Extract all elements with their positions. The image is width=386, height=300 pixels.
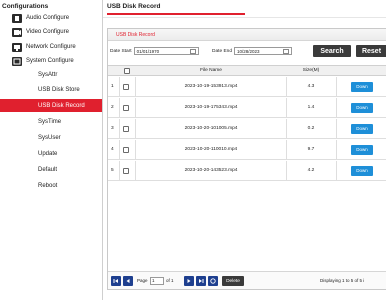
row-number: 3 — [111, 126, 114, 131]
system-icon — [12, 56, 22, 66]
sidebar-sub-sysattr[interactable]: SysAttr — [0, 68, 102, 81]
date-start-input[interactable]: 01/01/1970 — [133, 47, 199, 55]
sidebar-sub-default[interactable]: Default — [0, 163, 102, 176]
table-row[interactable]: 3 2023-10-20-101005.mp4 0.2 Down — [108, 119, 386, 139]
file-size: 4.2 — [307, 168, 315, 173]
pagination-bar: Page 1 of 1 Delete Displaying 1 to 5 of … — [108, 271, 386, 289]
table-row[interactable]: 1 2023-10-19-153913.mp4 4.3 Down — [108, 77, 386, 97]
column-size[interactable]: Size(M) — [286, 66, 336, 75]
page-number-input[interactable]: 1 — [150, 277, 164, 285]
delete-button[interactable]: Delete — [222, 276, 244, 286]
file-size: 9.7 — [307, 147, 315, 152]
sidebar-sub-label: USB Disk Store — [38, 86, 80, 93]
first-page-icon — [113, 279, 118, 283]
sidebar-sub-usb-disk-record[interactable]: USB Disk Record — [0, 99, 102, 112]
row-checkbox[interactable] — [123, 125, 129, 132]
file-name: 2023-10-20-110010.mp4 — [184, 147, 238, 152]
sidebar-title: Configurations — [2, 3, 49, 10]
first-page-button[interactable] — [111, 276, 121, 286]
next-page-button[interactable] — [184, 276, 194, 286]
calendar-icon[interactable] — [189, 49, 196, 54]
table-row[interactable]: 5 2023-10-20-143523.mp4 4.2 Down — [108, 161, 386, 181]
sidebar-sub-label: Reboot — [38, 182, 58, 189]
sidebar-sub-usb-disk-store[interactable]: USB Disk Store — [0, 83, 102, 96]
page-count-label: of 1 — [166, 278, 174, 283]
sidebar-item-network[interactable]: Network Configure — [4, 40, 101, 54]
record-panel: USB Disk Record Date Start 01/01/1970 Da… — [107, 28, 386, 290]
file-size: 1.4 — [307, 105, 315, 110]
sidebar-sub-systime[interactable]: SysTime — [0, 115, 102, 128]
sidebar-sub-label: SysTime — [38, 118, 62, 125]
sidebar-item-system[interactable]: System Configure — [4, 54, 101, 68]
tab-usb-disk-record[interactable]: USB Disk Record — [107, 3, 160, 10]
tab-divider — [103, 17, 386, 18]
date-start-label: Date Start — [110, 48, 132, 54]
page-label: Page — [137, 278, 148, 283]
sidebar-sub-sysuser[interactable]: SysUser — [0, 131, 102, 144]
file-name: 2023-10-20-101005.mp4 — [184, 126, 238, 131]
last-page-button[interactable] — [196, 276, 206, 286]
download-button[interactable]: Down — [351, 81, 373, 92]
sidebar-sub-label: SysUser — [38, 134, 61, 141]
row-number: 4 — [111, 147, 114, 152]
table-row[interactable]: 2 2023-10-19-175343.mp4 1.4 Down — [108, 98, 386, 118]
date-end-filter: Date End 10/28/2023 — [212, 44, 293, 58]
row-number: 1 — [111, 84, 114, 89]
date-end-label: Date End — [212, 48, 233, 54]
row-number: 2 — [111, 105, 114, 110]
table-row[interactable]: 4 2023-10-20-110010.mp4 9.7 Down — [108, 140, 386, 160]
date-end-input[interactable]: 10/28/2023 — [234, 47, 293, 55]
file-name: 2023-10-19-153913.mp4 — [184, 84, 238, 89]
last-page-icon — [199, 279, 204, 283]
panel-title: USB Disk Record — [116, 32, 155, 38]
calendar-icon[interactable] — [283, 49, 290, 54]
row-number: 5 — [111, 168, 114, 173]
file-size: 0.2 — [307, 126, 315, 131]
download-button[interactable]: Down — [351, 102, 373, 113]
sidebar-item-audio[interactable]: Audio Configure — [4, 11, 101, 25]
pagination-status: Displaying 1 to 5 of 5 i — [320, 278, 365, 283]
sidebar-item-label: Network Configure — [26, 44, 76, 50]
sidebar-item-label: System Configure — [26, 58, 74, 64]
date-end-value: 10/28/2023 — [237, 48, 260, 54]
row-checkbox[interactable] — [123, 104, 129, 111]
sidebar-sub-label: Update — [38, 150, 58, 157]
sidebar-sub-label: USB Disk Record — [38, 102, 85, 109]
tab-active-underline — [107, 13, 245, 15]
row-checkbox[interactable] — [123, 167, 129, 174]
row-checkbox[interactable] — [123, 146, 129, 153]
search-button[interactable]: Search — [313, 45, 351, 57]
download-button[interactable]: Down — [351, 123, 373, 134]
prev-page-button[interactable] — [123, 276, 133, 286]
sidebar-item-label: Audio Configure — [26, 15, 70, 21]
sidebar-sub-update[interactable]: Update — [0, 147, 102, 160]
refresh-icon — [210, 278, 216, 284]
column-file-name[interactable]: File Name — [136, 66, 286, 75]
sidebar-item-label: Video Configure — [26, 29, 69, 35]
date-start-value: 01/01/1970 — [136, 48, 160, 54]
file-name: 2023-10-20-143523.mp4 — [184, 168, 238, 173]
sidebar-sub-label: Default — [38, 166, 58, 173]
audio-icon — [12, 13, 22, 23]
panel-header: USB Disk Record — [108, 29, 386, 41]
reset-button[interactable]: Reset — [356, 45, 386, 57]
video-icon — [12, 27, 22, 37]
file-name: 2023-10-19-175343.mp4 — [184, 105, 238, 110]
date-start-filter: Date Start 01/01/1970 — [110, 44, 199, 58]
network-icon — [12, 42, 22, 52]
row-checkbox[interactable] — [123, 83, 129, 90]
refresh-button[interactable] — [208, 276, 218, 286]
next-page-icon — [187, 279, 191, 283]
sidebar: Configurations Audio Configure Video Con… — [0, 0, 103, 300]
sidebar-sub-reboot[interactable]: Reboot — [0, 179, 102, 192]
file-size: 4.3 — [307, 84, 315, 89]
download-button[interactable]: Down — [351, 165, 373, 176]
download-button[interactable]: Down — [351, 144, 373, 155]
sidebar-sub-label: SysAttr — [38, 71, 58, 78]
select-all-checkbox[interactable] — [124, 67, 130, 74]
prev-page-icon — [126, 279, 130, 283]
sidebar-item-video[interactable]: Video Configure — [4, 25, 101, 39]
table-header: File Name Size(M) — [108, 65, 386, 76]
